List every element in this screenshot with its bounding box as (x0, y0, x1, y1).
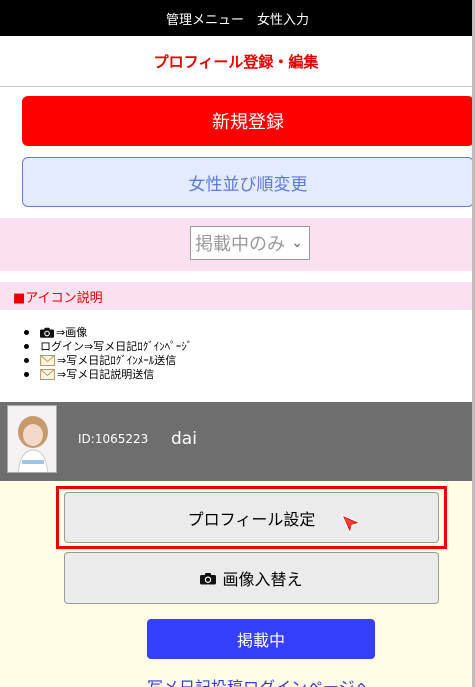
diary-login-link[interactable]: 写メ日記投稿ログインページへ (147, 674, 371, 687)
page-title-text: プロフィール登録・編集 (153, 52, 319, 71)
legend-item-text: ⇒写メ日記説明送信 (57, 368, 155, 381)
camera-icon (40, 327, 54, 338)
camera-icon (200, 572, 217, 584)
legend-item-login: ログイン⇒写メ日記ﾛｸﾞｲﾝﾍﾟｰｼﾞ (24, 339, 192, 353)
top-menu-bar: 管理メニュー 女性入力 (0, 0, 475, 36)
status-filter-select[interactable]: 掲載中のみ ⌄ (190, 226, 310, 260)
icon-legend-heading: ■アイコン説明 (0, 282, 472, 310)
mouse-cursor-icon (341, 514, 362, 535)
page: 管理メニュー 女性入力 プロフィール登録・編集 新規登録 女性並び順変更 掲載中… (0, 0, 475, 687)
published-status-label: 掲載中 (236, 631, 285, 650)
status-filter-value: 掲載中のみ (195, 234, 285, 255)
bullet-icon (24, 357, 29, 363)
replace-image-label: 画像入替え (222, 570, 303, 589)
profile-header (0, 402, 472, 481)
bullet-icon (24, 329, 29, 335)
legend-item-camera: ⇒画像 (24, 325, 192, 339)
bullet-icon (24, 343, 29, 349)
avatar[interactable] (7, 405, 57, 473)
chevron-down-icon: ⌄ (291, 235, 303, 251)
profile-name: dai (171, 429, 197, 449)
profile-settings-label: プロフィール設定 (187, 509, 316, 529)
icon-legend-list: ⇒画像 ログイン⇒写メ日記ﾛｸﾞｲﾝﾍﾟｰｼﾞ ⇒写メ日記ﾛｸﾞｲﾝﾒｰﾙ送信 … (24, 325, 192, 381)
published-status-button[interactable]: 掲載中 (147, 619, 375, 659)
mail-icon (40, 368, 55, 380)
change-order-label: 女性並び順変更 (188, 174, 308, 195)
avatar-photo (8, 406, 56, 472)
new-register-button[interactable]: 新規登録 (22, 96, 474, 146)
change-order-button[interactable]: 女性並び順変更 (22, 157, 474, 207)
page-title: プロフィール登録・編集 (0, 36, 472, 87)
legend-item-explain-mail: ⇒写メ日記説明送信 (24, 367, 192, 381)
profile-settings-button[interactable]: プロフィール設定 (64, 492, 439, 543)
top-menu-title: 管理メニュー 女性入力 (165, 12, 309, 28)
bullet-icon (24, 371, 29, 377)
mail-icon (40, 354, 55, 366)
icon-legend-heading-text: ■アイコン説明 (13, 290, 103, 306)
new-register-label: 新規登録 (212, 112, 284, 133)
replace-image-button[interactable]: 画像入替え (64, 552, 439, 604)
profile-id: ID:1065223 (78, 432, 149, 446)
legend-item-login-mail: ⇒写メ日記ﾛｸﾞｲﾝﾒｰﾙ送信 (24, 353, 192, 367)
